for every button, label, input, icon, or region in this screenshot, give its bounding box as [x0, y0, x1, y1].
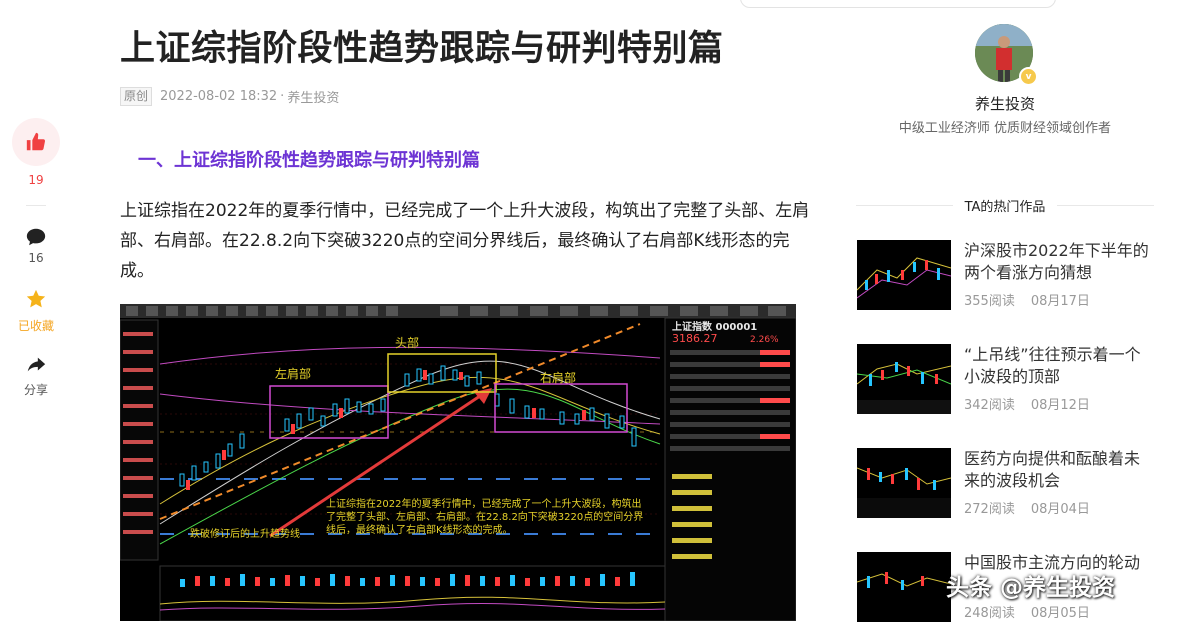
article-paragraph: 上证综指在2022年的夏季行情中，已经完成了一个上升大波段，构筑出了完整了头部、… — [120, 201, 810, 281]
label-right-shoulder: 右肩部 — [540, 370, 576, 385]
hot-item-meta: 248阅读 08月05日 — [964, 602, 1090, 621]
author-description: 中级工业经济师 优质财经领域创作者 — [898, 121, 1112, 136]
rail-divider — [26, 205, 46, 206]
publish-datetime: 2022-08-02 18:32 — [160, 89, 278, 104]
share-label: 分享 — [23, 383, 48, 397]
trendline-caption: 跌破修订后的上升趋势线 — [190, 527, 300, 540]
chart-thumbnail-icon — [857, 552, 951, 622]
comment-count: 16 — [28, 251, 44, 265]
article-title: 上证综指阶段性趋势跟踪与研判特别篇 — [120, 29, 724, 69]
hot-item-title[interactable]: 沪深股市2022年下半年的两个看涨方向猜想 — [964, 240, 1149, 284]
section-heading: 一、上证综指阶段性趋势跟踪与研判特别篇 — [138, 150, 480, 171]
hot-item-thumbnail — [857, 344, 951, 414]
hot-item-reads: 355阅读 — [964, 294, 1015, 309]
hot-item-date: 08月05日 — [1030, 606, 1090, 621]
divider-line — [1057, 205, 1155, 206]
meta-author[interactable]: 养生投资 — [287, 87, 339, 106]
label-head: 头部 — [395, 335, 419, 350]
hot-item-thumbnail — [857, 240, 951, 310]
chart-change-pct: 2.26% — [750, 335, 779, 345]
article-meta: 原创 2022-08-02 18:32 · 养生投资 — [120, 87, 339, 106]
chart-price: 3186.27 — [672, 332, 718, 345]
chart-thumbnail-icon — [857, 448, 951, 518]
kline-chart-illustration: 左肩部 头部 右肩部 跌破修订后的上升趋势线 上证综指在2022年的夏季行情中，… — [120, 304, 796, 621]
hot-item-reads: 248阅读 — [964, 606, 1015, 621]
stock-chart-image: 左肩部 头部 右肩部 跌破修订后的上升趋势线 上证综指在2022年的夏季行情中，… — [120, 304, 796, 621]
meta-separator: · — [280, 89, 285, 104]
hot-item-date: 08月17日 — [1030, 294, 1090, 309]
hot-item[interactable]: 沪深股市2022年下半年的两个看涨方向猜想 355阅读 08月17日 — [857, 240, 1157, 312]
chart-thumbnail-icon — [857, 344, 951, 414]
hot-item-title[interactable]: “上吊线”往往预示着一个小波段的顶部 — [964, 344, 1149, 388]
hot-item-meta: 272阅读 08月04日 — [964, 498, 1090, 517]
share-icon — [27, 357, 46, 372]
like-button[interactable] — [12, 118, 60, 166]
favorite-button[interactable] — [0, 288, 72, 310]
hot-item[interactable]: 医药方向提供和酝酿着未来的波段机会 272阅读 08月04日 — [857, 448, 1157, 520]
hot-item-thumbnail — [857, 448, 951, 518]
hot-works-title: TA的热门作品 — [964, 200, 1046, 215]
hot-item-meta: 342阅读 08月12日 — [964, 394, 1090, 413]
author-name[interactable]: 养生投资 — [900, 93, 1110, 114]
toutiao-watermark: 头条 @养生投资 — [946, 575, 1116, 601]
thumbs-up-icon — [26, 132, 46, 151]
share-button[interactable] — [0, 354, 72, 376]
hot-item-title[interactable]: 医药方向提供和酝酿着未来的波段机会 — [964, 448, 1149, 492]
verified-badge-icon: v — [1019, 67, 1038, 86]
hot-works-heading: TA的热门作品 — [856, 196, 1155, 215]
divider-line — [856, 205, 953, 206]
hot-item[interactable]: “上吊线”往往预示着一个小波段的顶部 342阅读 08月12日 — [857, 344, 1157, 416]
like-count: 19 — [28, 173, 44, 187]
original-badge: 原创 — [120, 87, 153, 106]
comment-button[interactable] — [0, 226, 72, 248]
star-icon — [26, 289, 46, 308]
chart-overlay-text: 上证综指在2022年的夏季行情中，已经完成了一个上升大波段，构筑出了完整了头部、… — [326, 499, 644, 536]
hot-item-date: 08月12日 — [1030, 398, 1090, 413]
favorite-label: 已收藏 — [17, 319, 54, 333]
label-left-shoulder: 左肩部 — [275, 366, 311, 381]
chart-thumbnail-icon — [857, 240, 951, 310]
hot-item-meta: 355阅读 08月17日 — [964, 290, 1090, 309]
action-rail: 19 16 已收藏 分享 — [0, 0, 72, 621]
hot-item-reads: 342阅读 — [964, 398, 1015, 413]
hot-item-reads: 272阅读 — [964, 502, 1015, 517]
search-bar-fragment[interactable] — [740, 0, 1056, 8]
comment-icon — [26, 228, 46, 246]
hot-item-date: 08月04日 — [1030, 502, 1090, 517]
hot-item-thumbnail — [857, 552, 951, 622]
